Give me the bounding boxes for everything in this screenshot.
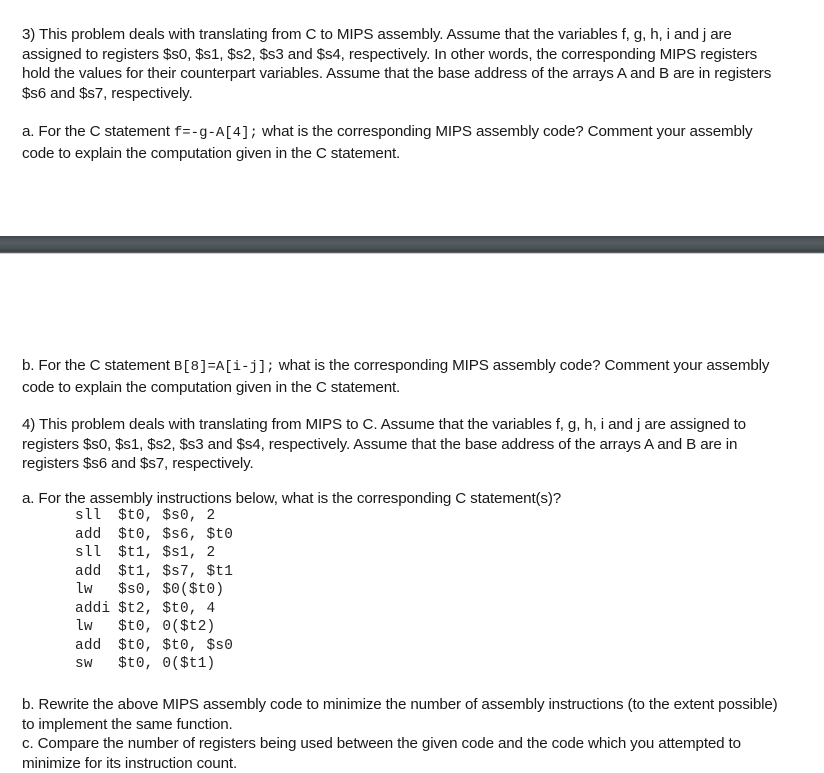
problem-4-part-c-paragraph: c. Compare the number of registers being… xyxy=(22,735,741,772)
assembly-opcode: lw xyxy=(75,619,93,636)
problem-3b-inline-code: B[8]=A[i-j]; xyxy=(173,359,275,376)
assembly-operands: $t0, $t0, $s0 xyxy=(118,637,234,654)
assembly-opcode: sll xyxy=(75,508,102,525)
assembly-instruction-line: sw $t0, 0($t1) xyxy=(75,656,215,672)
assembly-instruction-line: add $t0, $s6, $t0 xyxy=(75,527,233,543)
problem-4-intro-paragraph: 4) This problem deals with translating f… xyxy=(22,416,746,473)
assembly-opcode: sw xyxy=(75,656,93,673)
assembly-operands: $t0, 0($t1) xyxy=(118,656,216,673)
problem-4-part-a-question: a. For the assembly instructions below, … xyxy=(22,490,562,508)
mips-assembly-code-block: sll $t0, $s0, 2 add $t0, $s6, $t0 sll $t1, … xyxy=(75,507,233,674)
problem-3-part-b-paragraph: b. For the C statement B[8]=A[i-j]; what… xyxy=(22,356,782,397)
assembly-opcode: add xyxy=(75,563,102,580)
assembly-operands: $t1, $s1, 2 xyxy=(118,545,216,562)
problem-3b-lead-text: b. For the C statement xyxy=(22,357,174,375)
assembly-operands: $t0, $s0, 2 xyxy=(118,508,216,525)
assembly-opcode: sll xyxy=(75,545,102,562)
assembly-instruction-line: add $t1, $s7, $t1 xyxy=(75,564,233,580)
assembly-opcode: lw xyxy=(75,582,93,599)
assembly-instruction-line: sll $t1, $s1, 2 xyxy=(75,545,215,561)
assembly-instruction-line: addi $t2, $t0, 4 xyxy=(75,601,215,617)
problem-3a-lead-text: a. For the C statement xyxy=(22,123,174,141)
problem-3-intro-paragraph: 3) This problem deals with translating f… xyxy=(22,26,772,102)
assembly-instruction-line: lw $s0, $0($t0) xyxy=(75,582,224,598)
assembly-operands: $t0, 0($t2) xyxy=(118,619,216,636)
problem-4-part-b-paragraph: b. Rewrite the above MIPS assembly code … xyxy=(22,696,778,733)
assembly-operands: $s0, $0($t0) xyxy=(118,582,225,599)
assembly-instruction-line: add $t0, $t0, $s0 xyxy=(75,638,233,654)
assembly-instruction-line: lw $t0, 0($t2) xyxy=(75,619,215,635)
assembly-operands: $t0, $s6, $t0 xyxy=(118,526,234,543)
problem-3a-inline-code: f=-g-A[4]; xyxy=(173,125,258,142)
assembly-opcode: addi xyxy=(75,600,111,617)
assembly-operands: $t2, $t0, 4 xyxy=(118,600,216,617)
assembly-opcode: add xyxy=(75,526,102,543)
assembly-operands: $t1, $s7, $t1 xyxy=(118,563,234,580)
assembly-opcode: add xyxy=(75,637,102,654)
document-page: 3) This problem deals with translating f… xyxy=(0,0,824,772)
problem-3-part-a-paragraph: a. For the C statement f=-g-A[4]; what i… xyxy=(22,122,782,163)
page-break-divider xyxy=(0,236,824,253)
assembly-instruction-line: sll $t0, $s0, 2 xyxy=(75,508,215,524)
